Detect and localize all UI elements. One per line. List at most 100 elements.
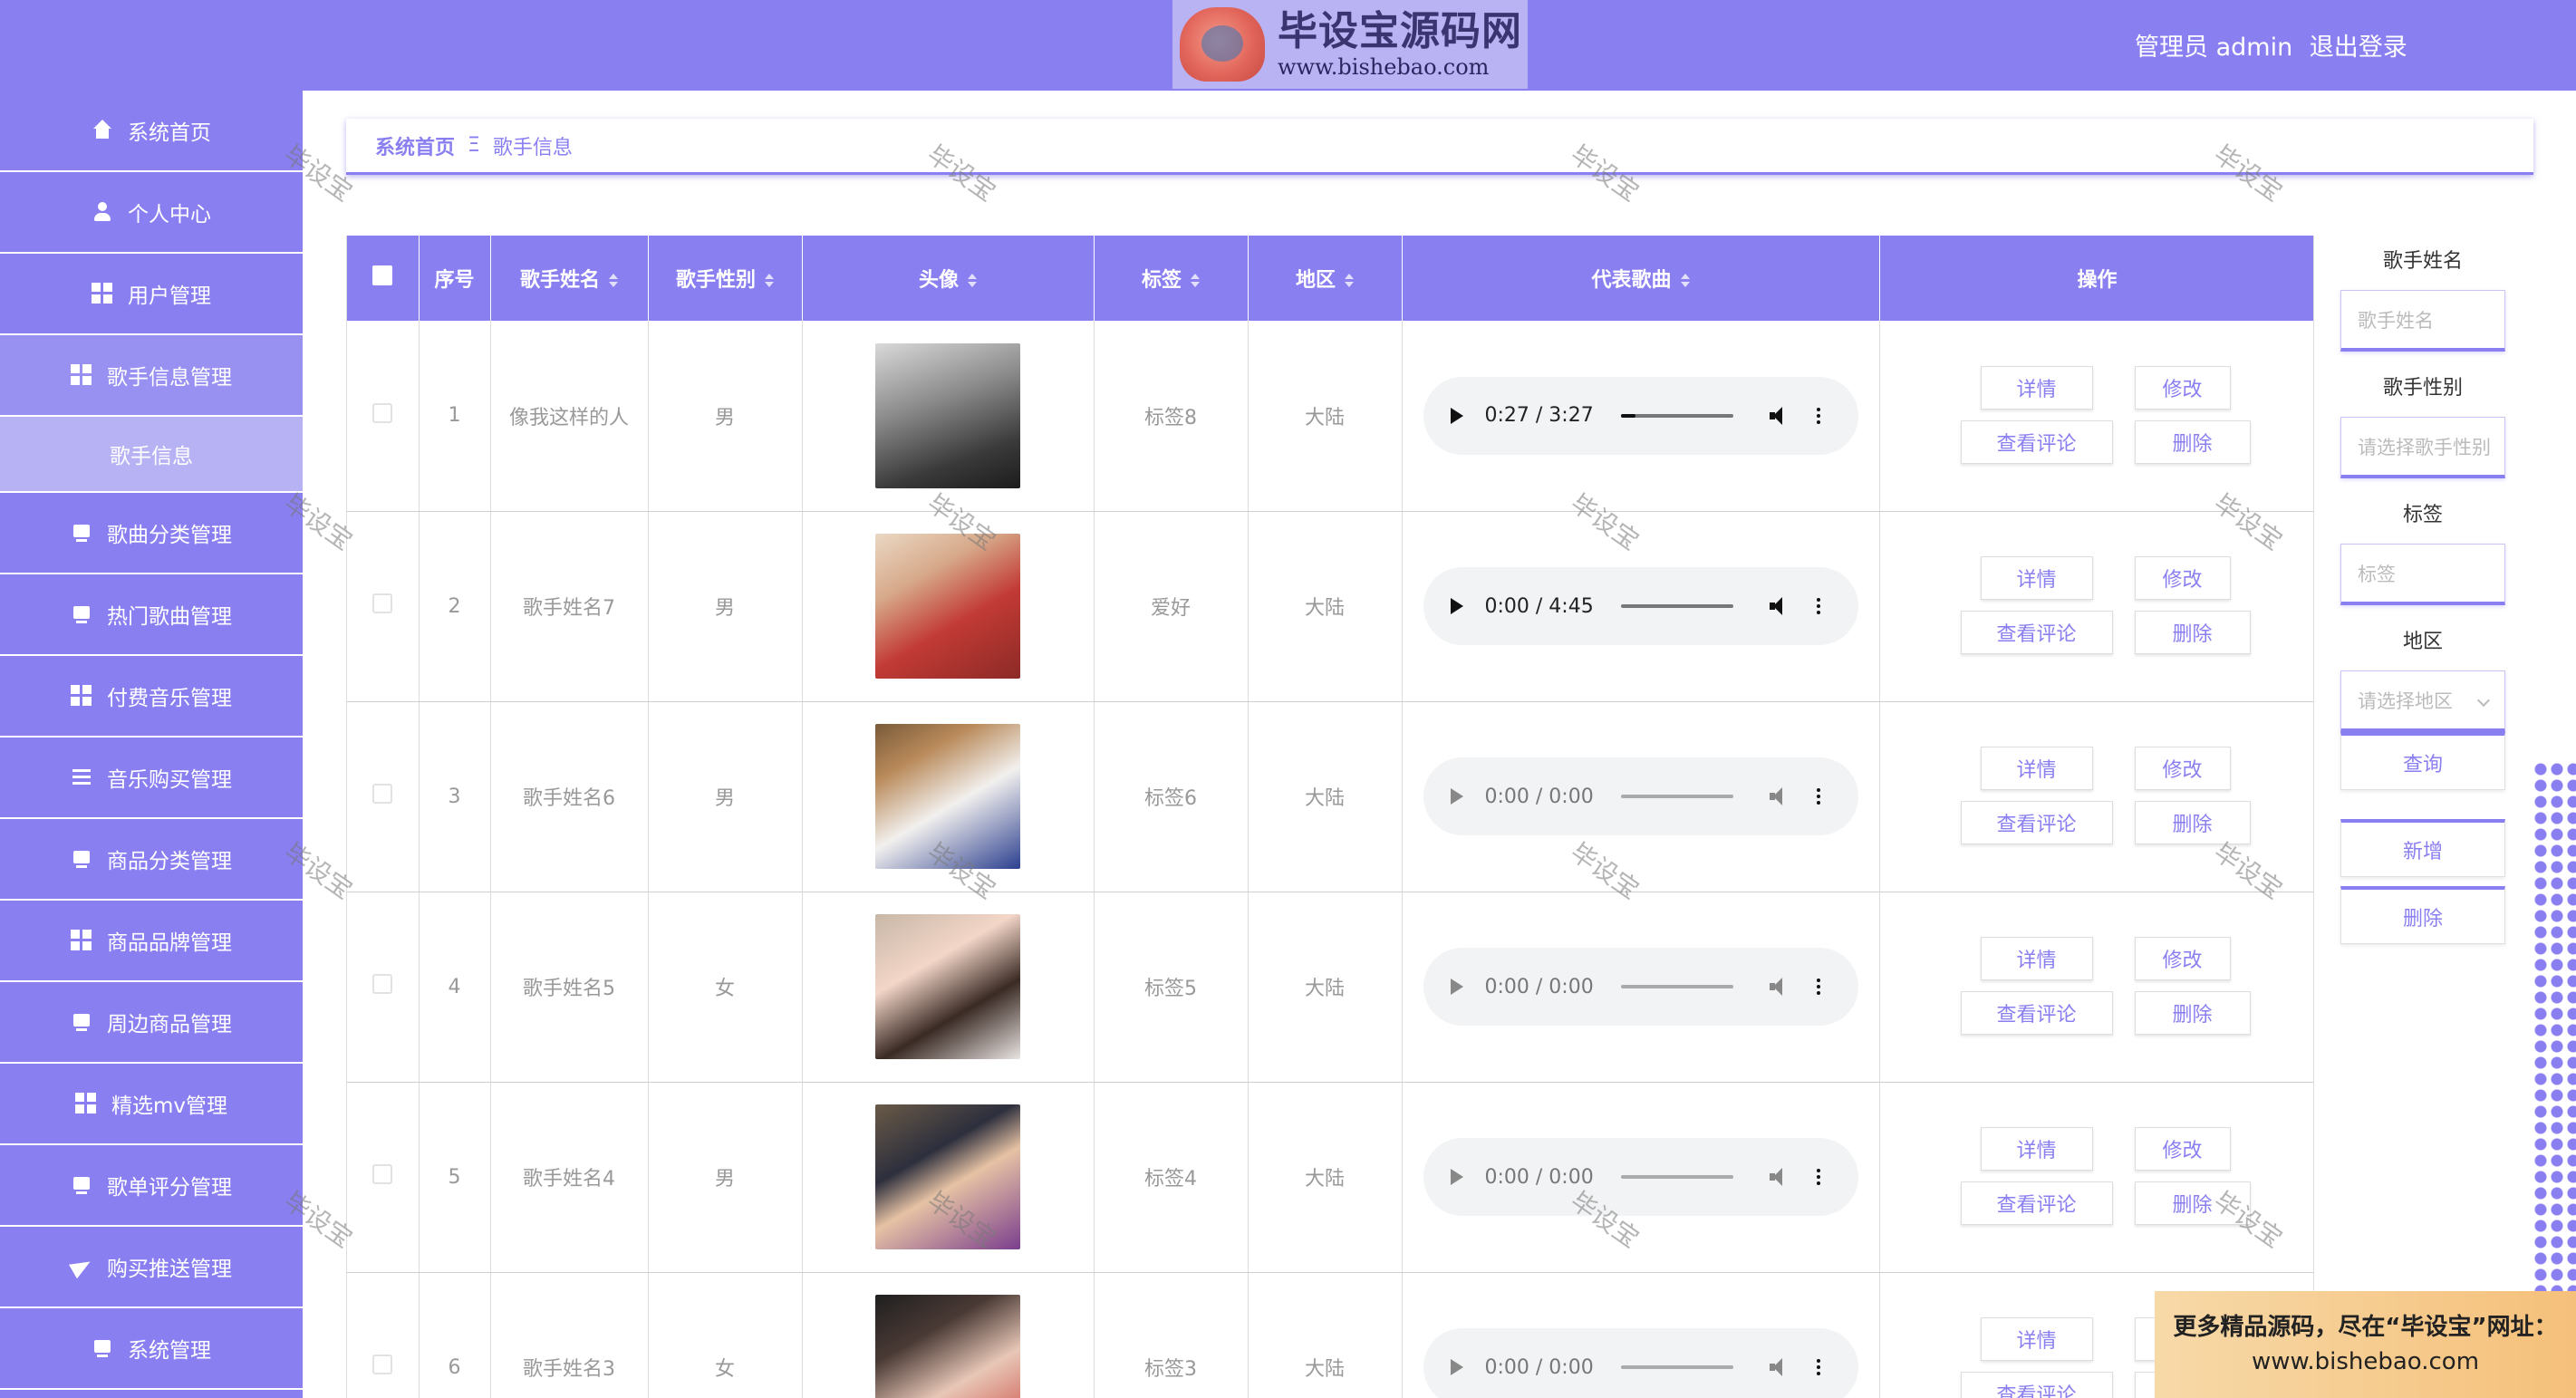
col-tag[interactable]: 标签 bbox=[1094, 236, 1249, 321]
sidebar-item-home[interactable]: 系统首页 bbox=[0, 91, 303, 172]
sort-icon[interactable] bbox=[1345, 274, 1354, 288]
volume-icon[interactable] bbox=[1769, 978, 1790, 996]
play-icon[interactable] bbox=[1450, 407, 1463, 424]
row-select-cell[interactable] bbox=[347, 701, 420, 892]
select-all-checkbox[interactable] bbox=[372, 265, 393, 285]
more-options-icon[interactable] bbox=[1816, 1175, 1820, 1179]
play-icon[interactable] bbox=[1450, 979, 1463, 995]
audio-player[interactable]: 0:00 / 0:00 bbox=[1423, 1328, 1858, 1398]
edit-button[interactable]: 修改 bbox=[2134, 556, 2231, 600]
audio-player[interactable]: 0:27 / 3:27 bbox=[1423, 376, 1858, 455]
play-icon[interactable] bbox=[1450, 1359, 1463, 1375]
sidebar-item-hot-songs[interactable]: 热门歌曲管理 bbox=[0, 574, 303, 656]
singer-avatar[interactable] bbox=[875, 724, 1020, 869]
audio-player[interactable]: 0:00 / 4:45 bbox=[1423, 567, 1858, 645]
region-filter-select[interactable]: 请选择地区 bbox=[2340, 670, 2505, 732]
row-checkbox[interactable] bbox=[372, 1355, 393, 1374]
row-select-cell[interactable] bbox=[347, 321, 420, 512]
col-song[interactable]: 代表歌曲 bbox=[1402, 236, 1880, 321]
view-comments-button[interactable]: 查看评论 bbox=[1960, 1181, 2113, 1225]
singer-avatar[interactable] bbox=[875, 1295, 1020, 1398]
add-button[interactable]: 新增 bbox=[2340, 819, 2505, 877]
play-icon[interactable] bbox=[1450, 598, 1463, 614]
query-button[interactable]: 查询 bbox=[2340, 732, 2505, 790]
detail-button[interactable]: 详情 bbox=[1980, 1317, 2093, 1361]
delete-button[interactable]: 删除 bbox=[2134, 801, 2251, 844]
breadcrumb-home[interactable]: 系统首页 bbox=[375, 131, 455, 160]
play-icon[interactable] bbox=[1450, 788, 1463, 805]
sort-icon[interactable] bbox=[1680, 274, 1690, 288]
sort-icon[interactable] bbox=[609, 274, 618, 288]
audio-player[interactable]: 0:00 / 0:00 bbox=[1423, 757, 1858, 835]
edit-button[interactable]: 修改 bbox=[2134, 365, 2231, 410]
edit-button[interactable]: 修改 bbox=[2134, 1127, 2231, 1171]
volume-icon[interactable] bbox=[1769, 406, 1790, 425]
site-logo[interactable]: 毕设宝源码网 www.bishebao.com bbox=[1172, 0, 1528, 89]
audio-progress-slider[interactable] bbox=[1620, 604, 1733, 608]
sidebar-item-system[interactable]: 系统管理 bbox=[0, 1308, 303, 1390]
promo-banner[interactable]: 更多精品源码，尽在“毕设宝”网址： www.bishebao.com bbox=[2155, 1291, 2576, 1398]
col-name[interactable]: 歌手姓名 bbox=[490, 236, 649, 321]
sidebar-item-purchase-push[interactable]: 购买推送管理 bbox=[0, 1227, 303, 1308]
detail-button[interactable]: 详情 bbox=[1980, 937, 2093, 980]
volume-icon[interactable] bbox=[1769, 1358, 1790, 1376]
view-comments-button[interactable]: 查看评论 bbox=[1960, 1372, 2113, 1398]
play-icon[interactable] bbox=[1450, 1169, 1463, 1185]
detail-button[interactable]: 详情 bbox=[1980, 365, 2093, 410]
col-avatar[interactable]: 头像 bbox=[802, 236, 1095, 321]
delete-button[interactable]: 删除 bbox=[2134, 991, 2251, 1035]
more-options-icon[interactable] bbox=[1816, 985, 1820, 988]
row-select-cell[interactable] bbox=[347, 511, 420, 702]
view-comments-button[interactable]: 查看评论 bbox=[1960, 801, 2113, 844]
audio-progress-slider[interactable] bbox=[1620, 413, 1733, 418]
delete-button[interactable]: 删除 bbox=[2134, 611, 2251, 654]
sidebar-item-song-category[interactable]: 歌曲分类管理 bbox=[0, 493, 303, 574]
sidebar-item-paid-music[interactable]: 付费音乐管理 bbox=[0, 656, 303, 738]
row-checkbox[interactable] bbox=[372, 593, 393, 613]
bulk-delete-button[interactable]: 删除 bbox=[2340, 886, 2505, 944]
logout-link[interactable]: 退出登录 bbox=[2310, 34, 2407, 62]
detail-button[interactable]: 详情 bbox=[1980, 747, 2093, 790]
row-checkbox[interactable] bbox=[372, 784, 393, 804]
row-select-cell[interactable] bbox=[347, 1082, 420, 1273]
more-options-icon[interactable] bbox=[1816, 604, 1820, 608]
volume-icon[interactable] bbox=[1769, 1168, 1790, 1186]
select-all-header[interactable] bbox=[347, 236, 420, 321]
delete-button[interactable]: 删除 bbox=[2134, 1181, 2251, 1225]
singer-avatar[interactable] bbox=[875, 1104, 1020, 1249]
row-checkbox[interactable] bbox=[372, 974, 393, 994]
audio-player[interactable]: 0:00 / 0:00 bbox=[1423, 1138, 1858, 1216]
sidebar-item-merch[interactable]: 周边商品管理 bbox=[0, 982, 303, 1064]
col-gender[interactable]: 歌手性别 bbox=[648, 236, 803, 321]
volume-icon[interactable] bbox=[1769, 787, 1790, 805]
view-comments-button[interactable]: 查看评论 bbox=[1960, 611, 2113, 654]
sidebar-item-users[interactable]: 用户管理 bbox=[0, 254, 303, 335]
edit-button[interactable]: 修改 bbox=[2134, 747, 2231, 790]
sidebar-item-profile[interactable]: 个人中心 bbox=[0, 172, 303, 254]
detail-button[interactable]: 详情 bbox=[1980, 1127, 2093, 1171]
view-comments-button[interactable]: 查看评论 bbox=[1960, 991, 2113, 1035]
more-options-icon[interactable] bbox=[1816, 795, 1820, 798]
audio-player[interactable]: 0:00 / 0:00 bbox=[1423, 948, 1858, 1026]
singer-avatar[interactable] bbox=[875, 534, 1020, 679]
singer-avatar[interactable] bbox=[875, 914, 1020, 1059]
row-select-cell[interactable] bbox=[347, 892, 420, 1083]
more-options-icon[interactable] bbox=[1816, 1365, 1820, 1369]
view-comments-button[interactable]: 查看评论 bbox=[1960, 419, 2113, 464]
sort-icon[interactable] bbox=[765, 274, 774, 288]
name-filter-input[interactable]: 歌手姓名 bbox=[2340, 290, 2505, 352]
sidebar-item-singer-management[interactable]: 歌手信息管理 bbox=[0, 335, 303, 417]
gender-filter-input[interactable]: 请选择歌手性别 bbox=[2340, 417, 2505, 478]
sidebar-subitem-singer-info[interactable]: 歌手信息 bbox=[0, 417, 303, 493]
volume-icon[interactable] bbox=[1769, 597, 1790, 615]
tag-filter-input[interactable]: 标签 bbox=[2340, 544, 2505, 605]
row-checkbox[interactable] bbox=[372, 402, 393, 423]
sidebar-item-goods-brand[interactable]: 商品品牌管理 bbox=[0, 901, 303, 982]
sidebar-item-music-purchase[interactable]: 音乐购买管理 bbox=[0, 738, 303, 819]
sidebar-item-goods-category[interactable]: 商品分类管理 bbox=[0, 819, 303, 901]
audio-progress-slider[interactable] bbox=[1620, 1365, 1733, 1369]
sort-icon[interactable] bbox=[1191, 274, 1200, 288]
row-select-cell[interactable] bbox=[347, 1272, 420, 1398]
audio-progress-slider[interactable] bbox=[1620, 1175, 1733, 1179]
sidebar-item-mv[interactable]: 精选mv管理 bbox=[0, 1064, 303, 1145]
